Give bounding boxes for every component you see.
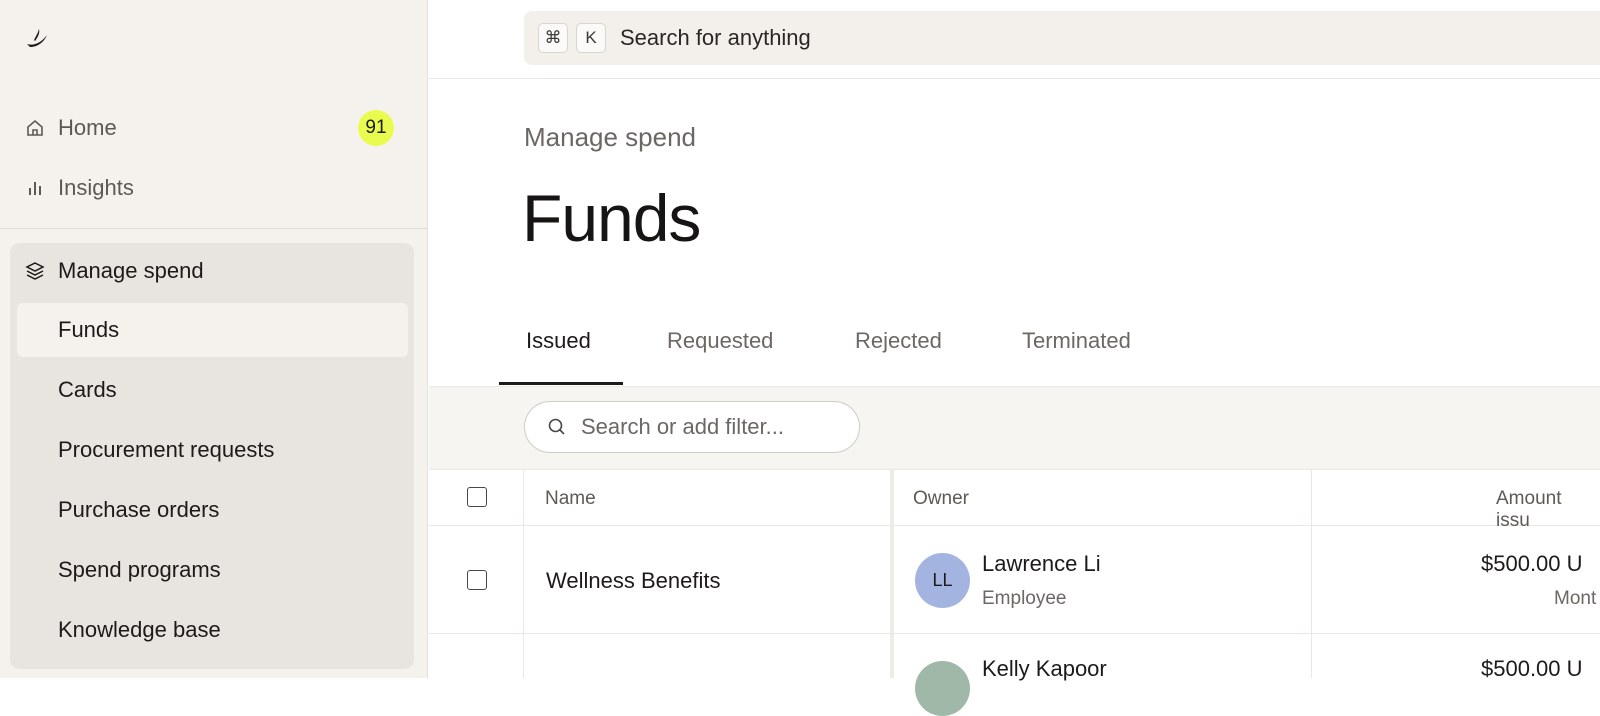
- column-divider: [1311, 470, 1312, 678]
- tab-rejected[interactable]: Rejected: [855, 328, 942, 376]
- home-icon: [24, 117, 46, 139]
- sidebar-item-purchase-orders[interactable]: Purchase orders: [17, 483, 408, 537]
- notification-badge: 91: [358, 110, 394, 146]
- avatar: [915, 661, 970, 716]
- command-key: ⌘: [538, 23, 568, 53]
- sidebar-item-label: Cards: [58, 377, 117, 402]
- amount-period: Mont: [1554, 588, 1597, 609]
- row-checkbox[interactable]: [467, 570, 487, 590]
- column-header-name[interactable]: Name: [545, 488, 596, 510]
- sidebar-item-label: Knowledge base: [58, 617, 221, 642]
- sidebar-item-label: Home: [58, 115, 117, 140]
- sidebar-item-label: Procurement requests: [58, 437, 275, 462]
- sidebar-item-label: Spend programs: [58, 557, 221, 582]
- sidebar-item-knowledge-base[interactable]: Knowledge base: [17, 603, 408, 657]
- top-bar: ⌘ K Search for anything: [429, 0, 1600, 79]
- owner-name: Lawrence Li: [982, 551, 1101, 576]
- tab-terminated[interactable]: Terminated: [1022, 328, 1131, 376]
- column-header-owner[interactable]: Owner: [913, 488, 969, 510]
- sidebar-item-cards[interactable]: Cards: [17, 363, 408, 417]
- filter-search[interactable]: [524, 401, 860, 453]
- sidebar-group-header[interactable]: Manage spend: [10, 243, 414, 299]
- sidebar-item-procurement-requests[interactable]: Procurement requests: [17, 423, 408, 477]
- layers-icon: [24, 260, 46, 282]
- brand-logo[interactable]: [24, 24, 52, 52]
- select-all-checkbox[interactable]: [467, 487, 487, 507]
- tab-bar: Issued Requested Rejected Terminated: [429, 318, 1600, 387]
- bar-chart-icon: [24, 177, 46, 199]
- funds-table: Name Owner Amount issu Wellness Benefits…: [429, 470, 1600, 716]
- column-divider: [523, 470, 524, 678]
- avatar: LL: [915, 553, 970, 608]
- column-divider: [890, 470, 894, 678]
- sidebar-item-funds[interactable]: Funds: [17, 303, 408, 357]
- sidebar-group-label: Manage spend: [58, 258, 204, 283]
- fund-name: Wellness Benefits: [546, 568, 721, 593]
- owner-role: Employee: [982, 588, 1067, 609]
- sidebar-item-label: Insights: [58, 175, 134, 200]
- sidebar-group-manage-spend: Manage spend Funds Cards Procurement req…: [10, 243, 414, 669]
- owner-name: Kelly Kapoor: [982, 656, 1107, 681]
- page-title: Funds: [522, 181, 701, 255]
- amount-issued: $500.00 U: [1481, 656, 1583, 681]
- filter-input[interactable]: [579, 413, 853, 441]
- sidebar-item-insights[interactable]: Insights: [12, 164, 408, 212]
- search-icon: [547, 417, 567, 437]
- filter-bar: [429, 387, 1600, 470]
- sidebar-item-spend-programs[interactable]: Spend programs: [17, 543, 408, 597]
- sidebar-divider: [0, 228, 428, 229]
- tab-issued[interactable]: Issued: [526, 328, 591, 376]
- sidebar-item-label: Funds: [58, 317, 120, 342]
- sidebar-item-home[interactable]: Home 91: [12, 104, 408, 152]
- global-search-text: Search for anything: [620, 25, 811, 50]
- row-divider: [429, 633, 1600, 634]
- global-search-bar[interactable]: ⌘ K Search for anything: [524, 11, 1600, 65]
- sidebar-item-label: Purchase orders: [58, 497, 220, 522]
- amount-issued: $500.00 U: [1481, 551, 1583, 576]
- column-header-amount[interactable]: Amount issu: [1496, 488, 1600, 532]
- active-tab-indicator: [499, 382, 623, 385]
- row-divider: [429, 525, 1600, 526]
- breadcrumb[interactable]: Manage spend: [524, 122, 696, 153]
- sidebar: Home 91 Insights Manage spend Funds Card…: [0, 0, 428, 678]
- tab-requested[interactable]: Requested: [667, 328, 773, 376]
- k-key: K: [576, 23, 606, 53]
